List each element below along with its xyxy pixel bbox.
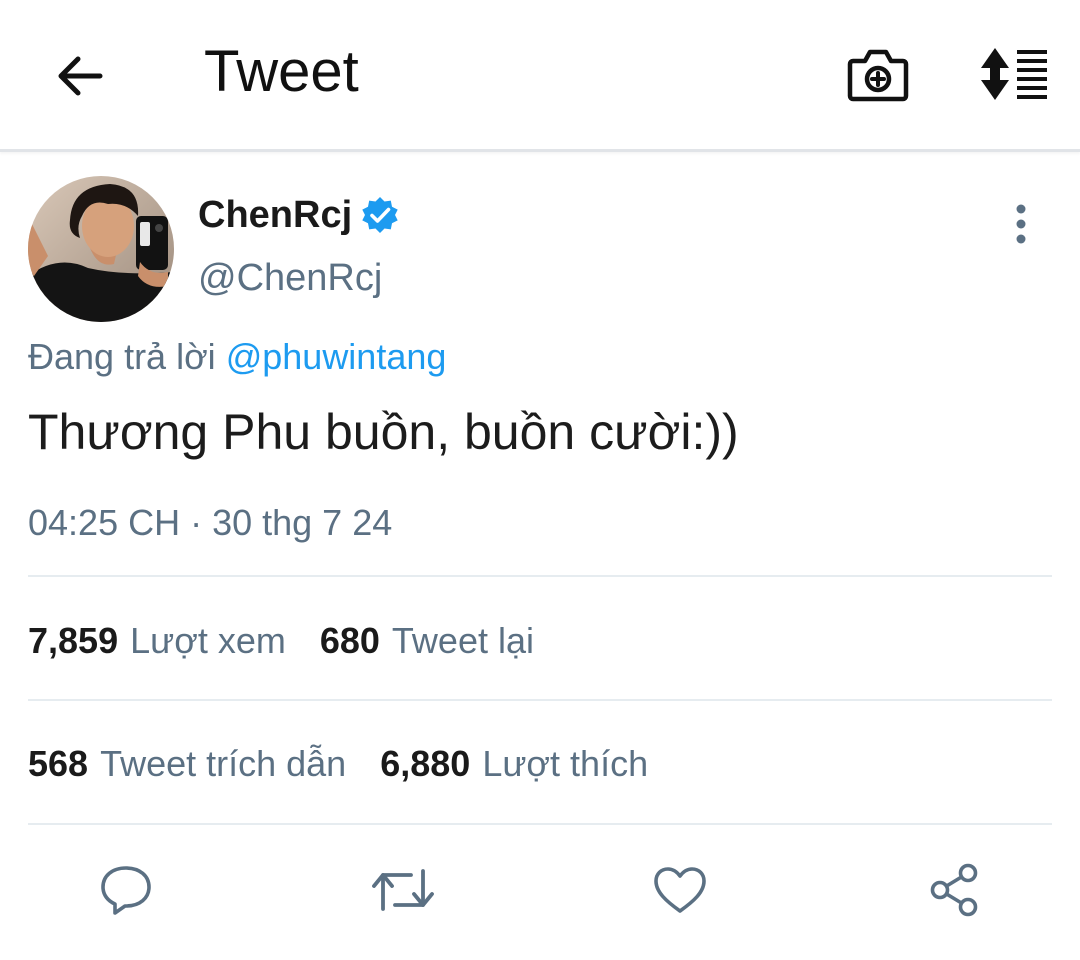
likes-stat[interactable]: 6,880 Lượt thích [380, 741, 648, 787]
likes-count: 6,880 [380, 743, 471, 784]
like-icon [654, 867, 706, 913]
quotes-label: Tweet trích dẫn [100, 743, 347, 784]
more-options-button[interactable] [996, 196, 1046, 252]
back-arrow-icon [58, 56, 103, 96]
retweet-icon [372, 869, 434, 911]
views-stat: 7,859 Lượt xem [28, 618, 286, 664]
top-app-bar: Tweet [0, 0, 1080, 152]
back-button[interactable] [40, 36, 120, 116]
replying-to-line: Đang trả lời @phuwintang [28, 334, 446, 380]
tweet-timestamp: 04:25 CH · 30 thg 7 24 [28, 502, 393, 543]
views-label: Lượt xem [130, 620, 286, 661]
page-title: Tweet [204, 39, 359, 104]
tweet-text: Thương Phu buồn, buồn cười:)) [28, 404, 739, 460]
sort-list-icon [981, 48, 1047, 100]
quotes-stat[interactable]: 568 Tweet trích dẫn [28, 741, 346, 787]
retweets-stat[interactable]: 680 Tweet lại [320, 618, 534, 664]
retweet-button[interactable] [371, 860, 435, 920]
divider [28, 575, 1052, 577]
share-icon [930, 863, 978, 917]
stats-row-quotes-likes: 568 Tweet trích dẫn 6,880 Lượt thích [28, 741, 648, 787]
author-display-name[interactable]: ChenRcj [198, 192, 400, 238]
avatar[interactable] [28, 176, 174, 322]
divider [28, 699, 1052, 701]
author-handle[interactable]: @ChenRcj [198, 254, 382, 302]
quotes-count: 568 [28, 743, 89, 784]
profile-photo [28, 176, 174, 322]
reply-icon [101, 866, 151, 915]
share-button[interactable] [924, 860, 984, 920]
retweets-label: Tweet lại [391, 620, 534, 661]
retweets-count: 680 [319, 620, 380, 661]
camera-add-button[interactable] [840, 36, 916, 112]
camera-add-icon [847, 49, 909, 102]
stats-row-views-retweets: 7,859 Lượt xem 680 Tweet lại [28, 618, 534, 664]
views-count: 7,859 [28, 620, 119, 661]
reply-mention-link[interactable]: @phuwintang [226, 336, 447, 377]
author-name-text: ChenRcj [198, 194, 353, 236]
likes-label: Lượt thích [482, 743, 649, 784]
divider [28, 823, 1052, 825]
sort-timeline-button[interactable] [970, 36, 1056, 112]
more-vertical-icon [1016, 204, 1026, 244]
verified-badge-icon [362, 197, 398, 233]
replying-to-label: Đang trả lời [28, 336, 216, 377]
reply-button[interactable] [96, 860, 156, 920]
like-button[interactable] [650, 860, 710, 920]
